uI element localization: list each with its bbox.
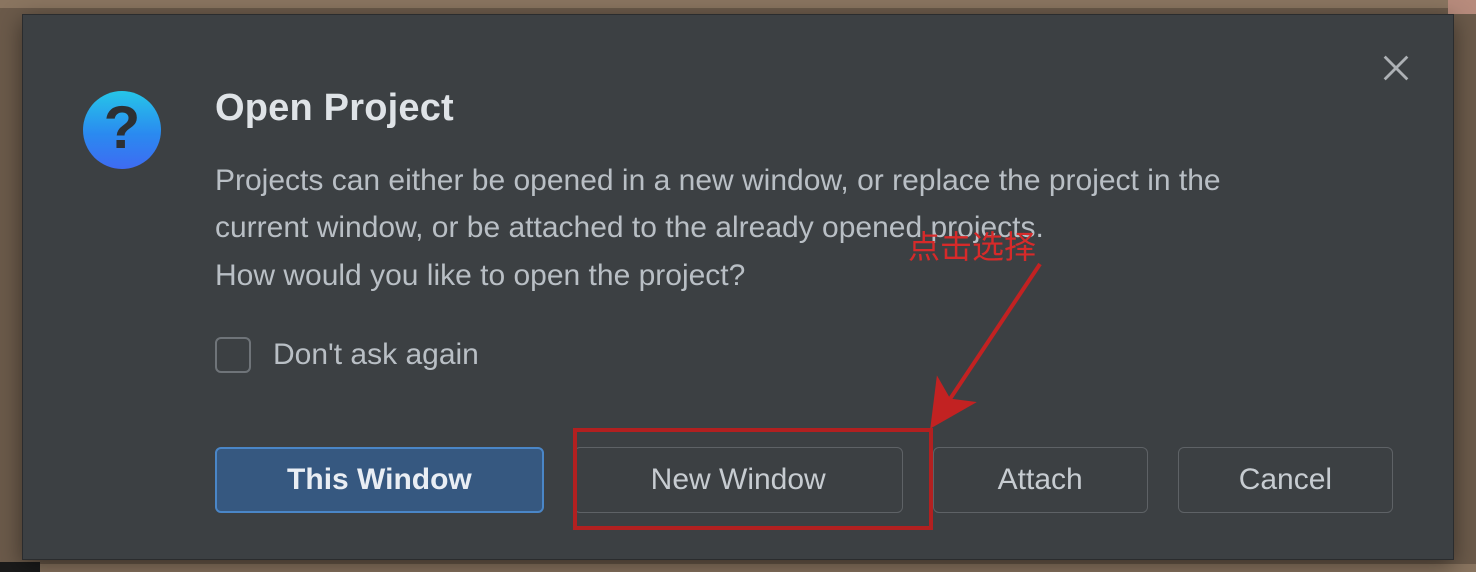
close-icon xyxy=(1379,51,1413,85)
new-window-button[interactable]: New Window xyxy=(574,447,903,513)
dialog-body-line1: Projects can either be opened in a new w… xyxy=(215,164,1221,244)
button-row: This Window New Window Attach Cancel xyxy=(215,447,1393,513)
dont-ask-label: Don't ask again xyxy=(273,338,479,372)
background-detail xyxy=(0,562,40,572)
this-window-button[interactable]: This Window xyxy=(215,447,544,513)
question-mark-glyph: ? xyxy=(104,98,141,158)
open-project-dialog: ? Open Project Projects can either be op… xyxy=(22,14,1454,560)
dialog-content: Open Project Projects can either be open… xyxy=(215,87,1393,300)
dont-ask-row: Don't ask again xyxy=(215,337,479,373)
question-icon: ? xyxy=(83,91,161,169)
background-strip xyxy=(0,0,1476,8)
cancel-button[interactable]: Cancel xyxy=(1178,447,1393,513)
dialog-body: Projects can either be opened in a new w… xyxy=(215,158,1265,300)
close-button[interactable] xyxy=(1373,45,1419,91)
dialog-body-line2: How would you like to open the project? xyxy=(215,253,1265,300)
background-detail xyxy=(1448,0,1476,14)
dialog-title: Open Project xyxy=(215,87,1393,130)
dont-ask-checkbox[interactable] xyxy=(215,337,251,373)
attach-button[interactable]: Attach xyxy=(933,447,1148,513)
background-strip xyxy=(0,564,1476,572)
